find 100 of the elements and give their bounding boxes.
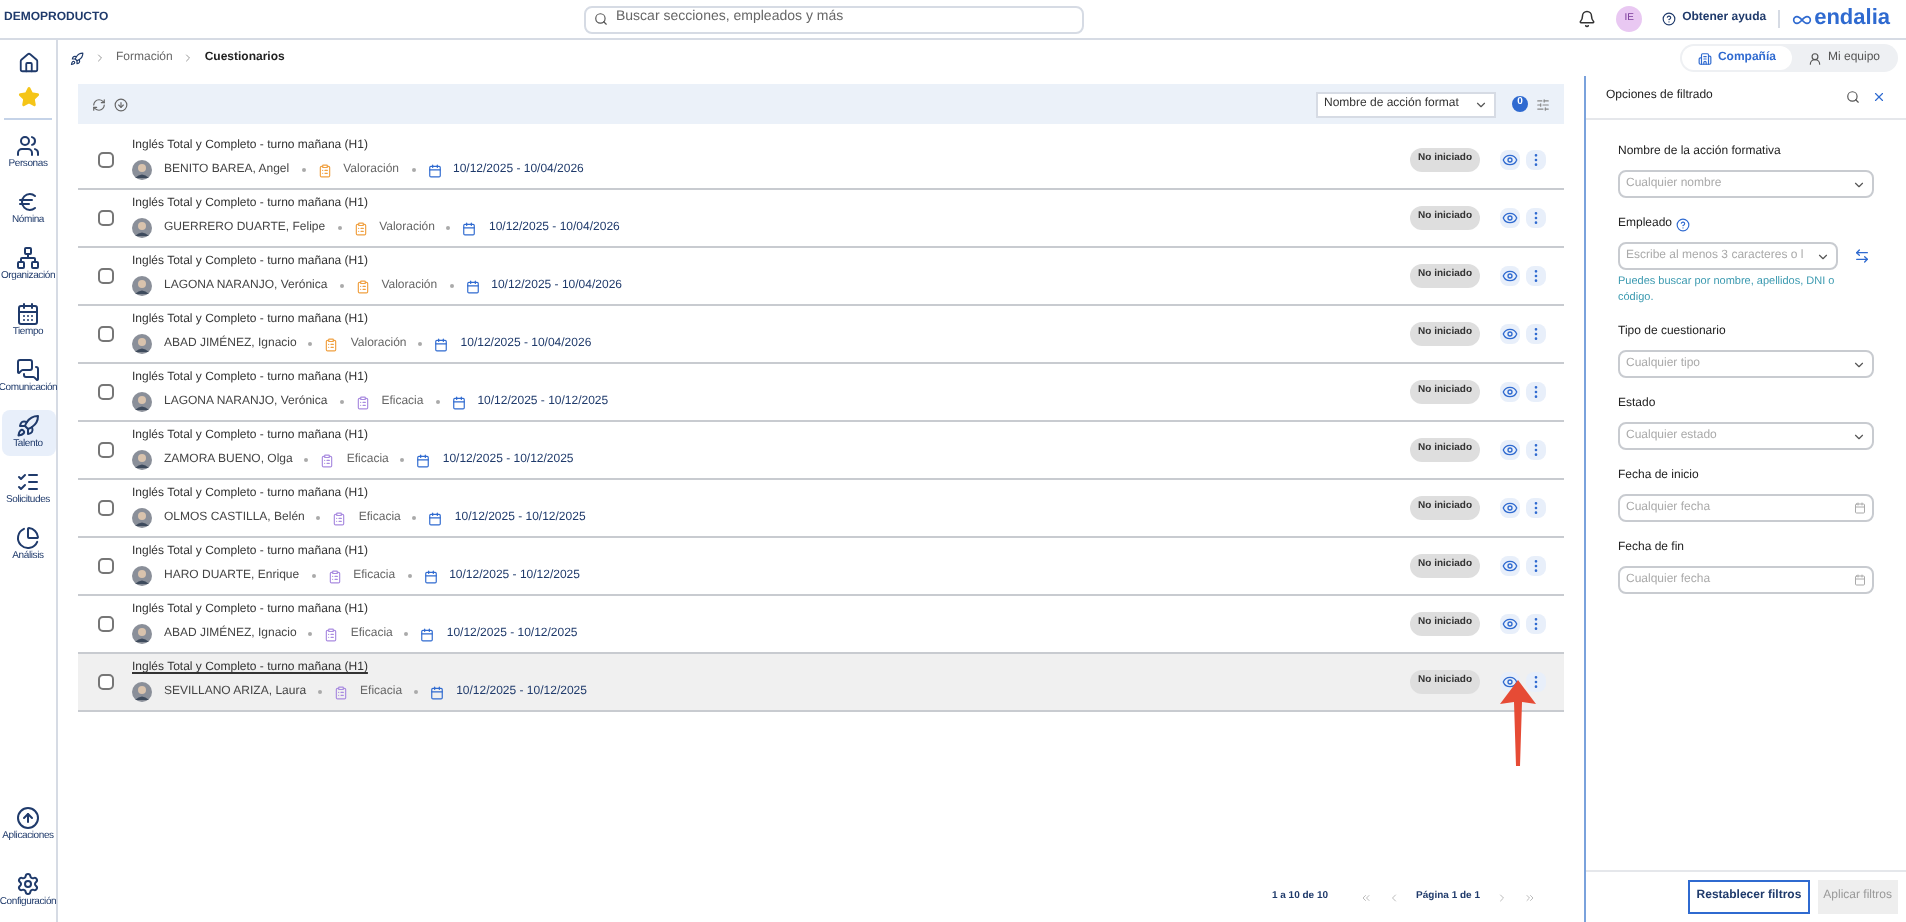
star-icon[interactable] bbox=[17, 86, 39, 108]
separator-dot bbox=[418, 342, 423, 346]
row-checkbox[interactable] bbox=[98, 326, 114, 342]
separator-dot bbox=[446, 226, 451, 230]
calendar-icon bbox=[1854, 502, 1866, 514]
eye-icon bbox=[1502, 442, 1518, 458]
avatar-icon bbox=[132, 682, 152, 702]
calendar-icon bbox=[423, 569, 438, 583]
refresh-icon[interactable] bbox=[92, 97, 106, 111]
avatar-icon bbox=[132, 160, 152, 180]
row-checkbox[interactable] bbox=[98, 152, 114, 168]
row-checkbox[interactable] bbox=[98, 210, 114, 226]
rocket-icon bbox=[16, 414, 40, 438]
swap-icon[interactable] bbox=[1854, 248, 1870, 264]
eye-icon bbox=[1502, 500, 1518, 516]
chevron-down-icon bbox=[1852, 429, 1866, 443]
eye-icon bbox=[1502, 616, 1518, 632]
separator-dot bbox=[308, 342, 313, 346]
eye-icon bbox=[1502, 558, 1518, 574]
more-button[interactable] bbox=[1526, 672, 1546, 692]
filter-icon[interactable] bbox=[1536, 97, 1550, 111]
chevron-right-icon bbox=[94, 52, 106, 64]
more-button[interactable] bbox=[1526, 324, 1546, 344]
avatar-icon bbox=[132, 218, 152, 238]
close-icon[interactable] bbox=[1872, 90, 1886, 104]
upload-icon bbox=[16, 806, 40, 830]
bell-icon[interactable] bbox=[1578, 10, 1597, 28]
separator-dot bbox=[407, 574, 412, 578]
separator-dot bbox=[404, 632, 409, 636]
more-button[interactable] bbox=[1526, 208, 1546, 228]
row-checkbox[interactable] bbox=[98, 558, 114, 574]
network-icon bbox=[16, 246, 40, 270]
separator-dot bbox=[316, 516, 321, 520]
more-button[interactable] bbox=[1526, 498, 1546, 518]
help-icon[interactable] bbox=[1676, 218, 1691, 232]
avatar-icon bbox=[132, 276, 152, 296]
checklist-icon bbox=[16, 470, 40, 494]
chat-icon bbox=[16, 358, 40, 382]
separator-dot bbox=[412, 516, 417, 520]
chevron-down-icon bbox=[1852, 357, 1866, 371]
settings-icon bbox=[16, 872, 40, 896]
calendar-icon bbox=[434, 337, 449, 351]
calendar-icon bbox=[416, 453, 431, 467]
separator-dot bbox=[400, 458, 405, 462]
calendar-icon bbox=[420, 627, 435, 641]
people-icon bbox=[16, 134, 40, 158]
eye-icon bbox=[1502, 268, 1518, 284]
separator-dot bbox=[339, 284, 344, 288]
view-button[interactable] bbox=[1500, 208, 1520, 228]
separator-dot bbox=[337, 226, 342, 230]
separator-dot bbox=[449, 284, 454, 288]
view-button[interactable] bbox=[1500, 382, 1520, 402]
separator-dot bbox=[411, 168, 415, 172]
calendar-icon bbox=[427, 163, 441, 177]
more-button[interactable] bbox=[1526, 614, 1546, 634]
calendar-icon bbox=[16, 302, 40, 326]
avatar-icon bbox=[132, 508, 152, 528]
annotation-arrow bbox=[1498, 680, 1538, 768]
view-button[interactable] bbox=[1500, 324, 1520, 344]
more-button[interactable] bbox=[1526, 266, 1546, 286]
separator-dot bbox=[311, 574, 316, 578]
row-checkbox[interactable] bbox=[98, 442, 114, 458]
help-icon bbox=[1662, 12, 1677, 26]
chevron-down-icon bbox=[1474, 97, 1488, 111]
row-checkbox[interactable] bbox=[98, 674, 114, 690]
separator-dot bbox=[414, 690, 419, 694]
eye-icon bbox=[1502, 326, 1518, 342]
calendar-icon bbox=[465, 279, 480, 293]
view-button[interactable] bbox=[1500, 498, 1520, 518]
download-icon[interactable] bbox=[114, 97, 128, 111]
chevron-down-icon bbox=[1852, 177, 1866, 191]
chevron-down-icon bbox=[1816, 249, 1830, 263]
search-icon[interactable] bbox=[1846, 90, 1860, 104]
more-button[interactable] bbox=[1526, 440, 1546, 460]
search-icon bbox=[594, 12, 608, 26]
avatar-icon bbox=[132, 450, 152, 470]
row-checkbox[interactable] bbox=[98, 384, 114, 400]
view-button[interactable] bbox=[1500, 556, 1520, 576]
avatar-icon bbox=[132, 624, 152, 644]
more-button[interactable] bbox=[1526, 382, 1546, 402]
avatar-icon bbox=[132, 566, 152, 586]
eye-icon bbox=[1502, 152, 1518, 168]
separator-dot bbox=[304, 458, 309, 462]
more-button[interactable] bbox=[1526, 150, 1546, 170]
home-icon[interactable] bbox=[17, 52, 39, 74]
person-icon bbox=[1807, 51, 1822, 65]
view-button[interactable] bbox=[1500, 266, 1520, 286]
more-button[interactable] bbox=[1526, 556, 1546, 576]
calendar-icon bbox=[462, 221, 477, 235]
building-icon bbox=[1697, 51, 1712, 65]
separator-dot bbox=[318, 690, 323, 694]
view-button[interactable] bbox=[1500, 440, 1520, 460]
row-checkbox[interactable] bbox=[98, 500, 114, 516]
view-button[interactable] bbox=[1500, 150, 1520, 170]
chevron-right-icon bbox=[182, 52, 195, 64]
row-checkbox[interactable] bbox=[98, 616, 114, 632]
row-checkbox[interactable] bbox=[98, 268, 114, 284]
view-button[interactable] bbox=[1500, 614, 1520, 634]
rocket-icon[interactable] bbox=[70, 51, 84, 65]
euro-icon bbox=[16, 190, 40, 214]
